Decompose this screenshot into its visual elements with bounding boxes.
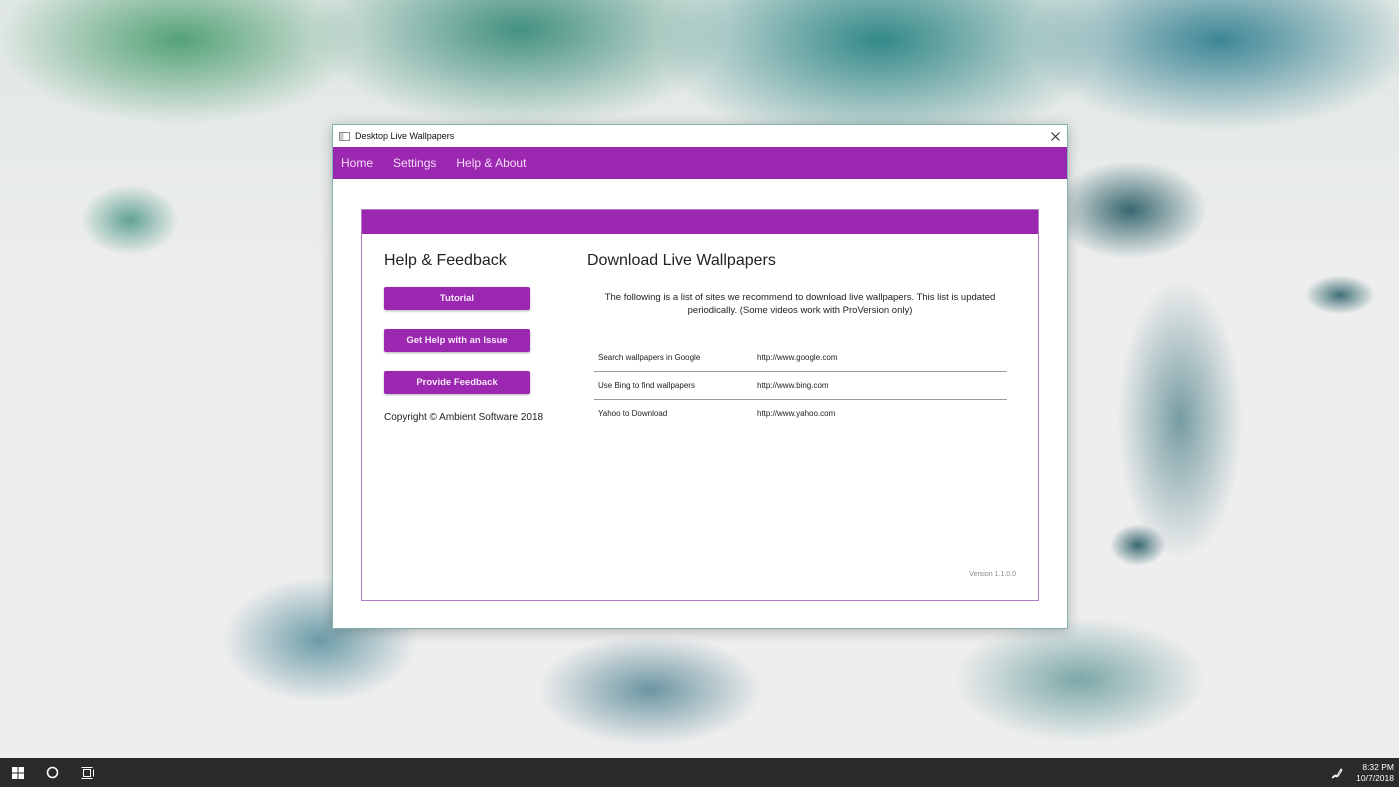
download-intro: The following is a list of sites we reco…: [604, 292, 996, 316]
get-help-button[interactable]: Get Help with an Issue: [384, 329, 530, 352]
site-row: Yahoo to Download http://www.yahoo.com: [594, 400, 1007, 427]
clock-time: 8:32 PM: [1362, 761, 1394, 772]
site-label: Use Bing to find wallpapers: [598, 381, 695, 390]
version-label: Version 1.1.0.0: [969, 571, 1016, 578]
tutorial-button[interactable]: Tutorial: [384, 287, 530, 310]
pen-workspace-button[interactable]: [1326, 758, 1348, 787]
clock[interactable]: 8:32 PM 10/7/2018: [1348, 762, 1399, 784]
provide-feedback-button[interactable]: Provide Feedback: [384, 371, 530, 394]
close-button[interactable]: [1043, 125, 1067, 147]
nav-settings[interactable]: Settings: [393, 156, 436, 170]
site-row: Use Bing to find wallpapers http://www.b…: [594, 372, 1007, 400]
app-window: Desktop Live Wallpapers Home Settings He…: [332, 124, 1068, 629]
taskbar: 8:32 PM 10/7/2018: [0, 758, 1399, 787]
site-list: Search wallpapers in Google http://www.g…: [594, 344, 1007, 427]
site-label: Search wallpapers in Google: [598, 353, 701, 362]
content-panel: Help & Feedback Tutorial Get Help with a…: [361, 209, 1039, 601]
start-button[interactable]: [0, 758, 35, 787]
help-feedback-section: Help & Feedback Tutorial Get Help with a…: [384, 252, 564, 423]
title-bar[interactable]: Desktop Live Wallpapers: [333, 125, 1067, 147]
system-tray: 8:32 PM 10/7/2018: [1326, 758, 1399, 787]
site-label: Yahoo to Download: [598, 409, 668, 418]
site-url[interactable]: http://www.yahoo.com: [757, 409, 835, 418]
site-url[interactable]: http://www.google.com: [757, 353, 837, 362]
site-url[interactable]: http://www.bing.com: [757, 381, 829, 390]
help-feedback-heading: Help & Feedback: [384, 252, 507, 269]
app-icon: [339, 131, 350, 141]
download-heading: Download Live Wallpapers: [587, 252, 776, 269]
copyright-text: Copyright © Ambient Software 2018: [384, 412, 544, 423]
site-row: Search wallpapers in Google http://www.g…: [594, 344, 1007, 372]
nav-bar: Home Settings Help & About: [333, 147, 1067, 179]
window-title: Desktop Live Wallpapers: [355, 131, 455, 141]
search-button[interactable]: [35, 758, 70, 787]
pen-workspace-icon: [1331, 767, 1343, 778]
nav-help-about[interactable]: Help & About: [456, 156, 526, 170]
task-view-icon: [81, 766, 94, 779]
task-view-button[interactable]: [70, 758, 105, 787]
panel-header-bar: [362, 210, 1038, 234]
download-section: Download Live Wallpapers The following i…: [587, 252, 1017, 427]
close-icon: [1050, 131, 1060, 141]
cortana-search-icon: [46, 766, 59, 779]
nav-home[interactable]: Home: [341, 156, 373, 170]
clock-date: 10/7/2018: [1356, 772, 1394, 783]
windows-start-icon: [11, 766, 24, 779]
